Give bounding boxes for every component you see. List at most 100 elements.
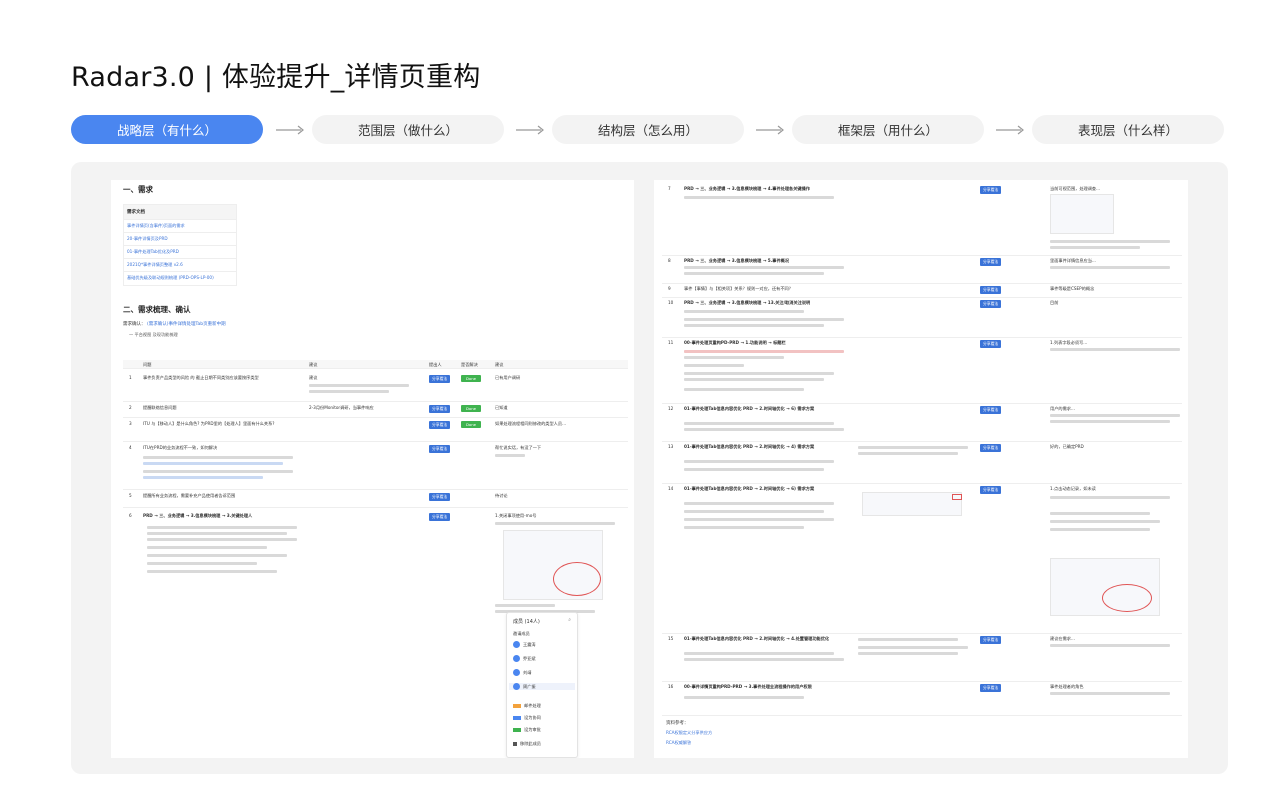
row-reply: 好的，已确定PRD: [1050, 444, 1084, 449]
row-number: 10: [668, 300, 674, 305]
row-reply: 当前可视范围，处理调查...: [1050, 186, 1101, 191]
proposer-badge[interactable]: 分享看法: [980, 406, 1002, 414]
doc-link[interactable]: 2021Q*事件详情页整理 v2.6: [124, 259, 236, 272]
row-number: 16: [668, 684, 674, 689]
row-reply: 帮忙说实话，有没了一下: [495, 445, 542, 450]
col-header: 是否解决: [461, 362, 478, 367]
table-row: 16 00-事件详情页重构PRD-PRD → 3.事件处理全流程操作的用户权限 …: [662, 682, 1182, 716]
col-header: 建议: [309, 362, 318, 367]
table-row: 2 提醒联络信息问题 2-3月份Monitor调研，当事件响应 分享看法 Don…: [123, 402, 628, 418]
popup-item[interactable]: 邮件处理: [513, 703, 541, 709]
search-icon[interactable]: ⌕: [568, 617, 571, 623]
proposer-badge[interactable]: 分享看法: [980, 486, 1002, 494]
row-question: 01-事件处理Tab信息内容优化 PRD → 2.时间轴优化 → 6) 需求方案: [684, 486, 815, 491]
popup-item[interactable]: 周广振: [509, 683, 575, 690]
table-header: 需求文档: [124, 205, 236, 220]
status-badge: Done: [461, 375, 481, 382]
row-reply: 已知道: [495, 405, 508, 410]
table-row: 14 01-事件处理Tab信息内容优化 PRD → 2.时间轴优化 → 6) 需…: [662, 484, 1182, 634]
row-question: 01-事件处理Tab信息内容优化 PRD → 2.时间轴优化 → 6) 需求方案: [684, 406, 815, 411]
row-number: 11: [668, 340, 674, 345]
popup-item[interactable]: 设为审批: [513, 727, 541, 733]
table-header-row: 问题 建议 提出人 是否解决 建议: [123, 360, 628, 369]
popup-item[interactable]: 移除此成员: [513, 741, 541, 747]
confirm-link[interactable]: (需求确认)事件详情处理Tab页重新中期: [147, 322, 226, 327]
popup-item[interactable]: 乔亚斌: [513, 655, 536, 662]
row-number: 5: [129, 493, 132, 498]
row-number: 7: [668, 186, 671, 191]
row-question: 事件负责产品类型的风险 的 截止日期不同类别应该要按序类型: [143, 375, 259, 380]
table-row: 1 事件负责产品类型的风险 的 截止日期不同类别应该要按序类型 建议 分享看法 …: [123, 372, 628, 402]
doc-link[interactable]: 01-事件处理Tab优化及PRD: [124, 246, 236, 259]
requirements-document: 一、需求 需求文档 事件详情页(含事件)页面的需求 20-事件详情页及PRD 0…: [111, 180, 634, 758]
proposer-badge[interactable]: 分享看法: [429, 421, 451, 429]
table-row: 12 01-事件处理Tab信息内容优化 PRD → 2.时间轴优化 → 6) 需…: [662, 404, 1182, 442]
step-structure[interactable]: 结构层（怎么用）: [552, 115, 744, 144]
row-reply: 事件处理者的角色: [1050, 684, 1084, 689]
avatar: [513, 655, 520, 662]
col-header: 提出人: [429, 362, 442, 367]
row-question: 提醒所有业务流程，需要补充产品使用者告诉范围: [143, 493, 236, 498]
highlight-box: [952, 494, 962, 500]
doc-link[interactable]: 基础优先级及联动规则梳理 (PRD-OPS-LP-00): [124, 272, 236, 284]
popup-item[interactable]: 邀请成员: [513, 631, 530, 637]
table-row: 3 ITU 与【移动人】是什么角色? 为PRD里的【处理人】里面有什么关系? 分…: [123, 418, 628, 442]
proposer-badge[interactable]: 分享看法: [980, 340, 1002, 348]
table-row: 11 00-事件处理页重构PD-PRD → 1.功能说明 → 标题栏 分享看法 …: [662, 338, 1182, 404]
row-question: PRD → 三、业务逻辑 → 3.信息模块梳理 → 5.事件概况: [684, 258, 790, 263]
proposer-badge[interactable]: 分享看法: [429, 513, 451, 521]
content-panel: 一、需求 需求文档 事件详情页(含事件)页面的需求 20-事件详情页及PRD 0…: [71, 162, 1228, 774]
step-scope[interactable]: 范围层（做什么）: [312, 115, 504, 144]
table-row: 5 提醒所有业务流程，需要补充产品使用者告诉范围 分享看法 待讨论: [123, 490, 628, 508]
proposer-badge[interactable]: 分享看法: [980, 286, 1002, 294]
doc-link[interactable]: 20-事件详情页及PRD: [124, 233, 236, 246]
proposer-badge[interactable]: 分享看法: [429, 405, 451, 413]
proposer-badge[interactable]: 分享看法: [980, 258, 1002, 266]
tag-icon: [513, 704, 521, 708]
popup-item[interactable]: 王震涛: [513, 641, 536, 648]
proposer-badge[interactable]: 分享看法: [980, 300, 1002, 308]
proposer-badge[interactable]: 分享看法: [429, 375, 451, 383]
row-number: 3: [129, 421, 132, 426]
col-header: 问题: [143, 362, 152, 367]
proposer-badge[interactable]: 分享看法: [429, 445, 451, 453]
step-surface[interactable]: 表现层（什么样）: [1032, 115, 1224, 144]
row-reply: 1.关闭事项使用-mo号: [495, 513, 537, 518]
row-question: PRD → 三、业务逻辑 → 3.信息模块梳理 → 13.关注/取消关注说明: [684, 300, 811, 305]
proposer-badge[interactable]: 分享看法: [980, 684, 1002, 692]
table-row: 9 事件【事情】与【相关项】关系？规则一对应，还有不同？ 分享看法 事件等级是C…: [662, 284, 1182, 298]
proposer-badge[interactable]: 分享看法: [980, 186, 1002, 194]
proposer-badge[interactable]: 分享看法: [429, 493, 451, 501]
proposer-badge[interactable]: 分享看法: [980, 444, 1002, 452]
row-suggestion: 建议: [309, 375, 318, 380]
avatar: [513, 683, 520, 690]
arrow-right-icon: [276, 125, 304, 135]
section-heading: 二、需求梳理、确认: [123, 305, 191, 314]
row-reply: 里面事件详情信息应当...: [1050, 258, 1096, 263]
row-number: 9: [668, 286, 671, 291]
reference-link[interactable]: RCA权威解答: [666, 740, 691, 746]
row-reply: 如果处理流程相同则修改的类型人员…: [495, 421, 567, 426]
status-badge: Done: [461, 405, 481, 412]
col-header: 建议: [495, 362, 504, 367]
reference-link[interactable]: RCA权限定义分享供应方: [666, 730, 712, 736]
tag-icon: [513, 716, 521, 720]
row-reply: 用户的需求...: [1050, 406, 1075, 411]
table-row: 7 PRD → 三、业务逻辑 → 3.信息模块梳理 → 4.事件处理各关键操作 …: [662, 184, 1182, 256]
arrow-right-icon: [516, 125, 544, 135]
screenshot-thumbnail: [862, 492, 962, 516]
remove-icon: [513, 742, 517, 746]
row-question: ITU 与【移动人】是什么角色? 为PRD里的【处理人】里面有什么关系?: [143, 421, 275, 426]
step-skeleton[interactable]: 框架层（用什么）: [792, 115, 984, 144]
row-number: 1: [129, 375, 132, 380]
step-strategy[interactable]: 战略层（有什么）: [71, 115, 263, 144]
section-heading: 一、需求: [123, 185, 153, 194]
table-row: 15 01-事件处理Tab信息内容优化 PRD → 2.时间轴优化 → 4.处置…: [662, 634, 1182, 682]
row-reply: 1.列表字段必须写...: [1050, 340, 1088, 345]
proposer-badge[interactable]: 分享看法: [980, 636, 1002, 644]
doc-link[interactable]: 事件详情页(含事件)页面的需求: [124, 220, 236, 233]
popup-item[interactable]: 设为协同: [513, 715, 541, 721]
row-number: 14: [668, 486, 674, 491]
note-text: 一 平台视图 及现功能梳理: [129, 332, 178, 337]
popup-item[interactable]: 刘靖: [513, 669, 531, 676]
